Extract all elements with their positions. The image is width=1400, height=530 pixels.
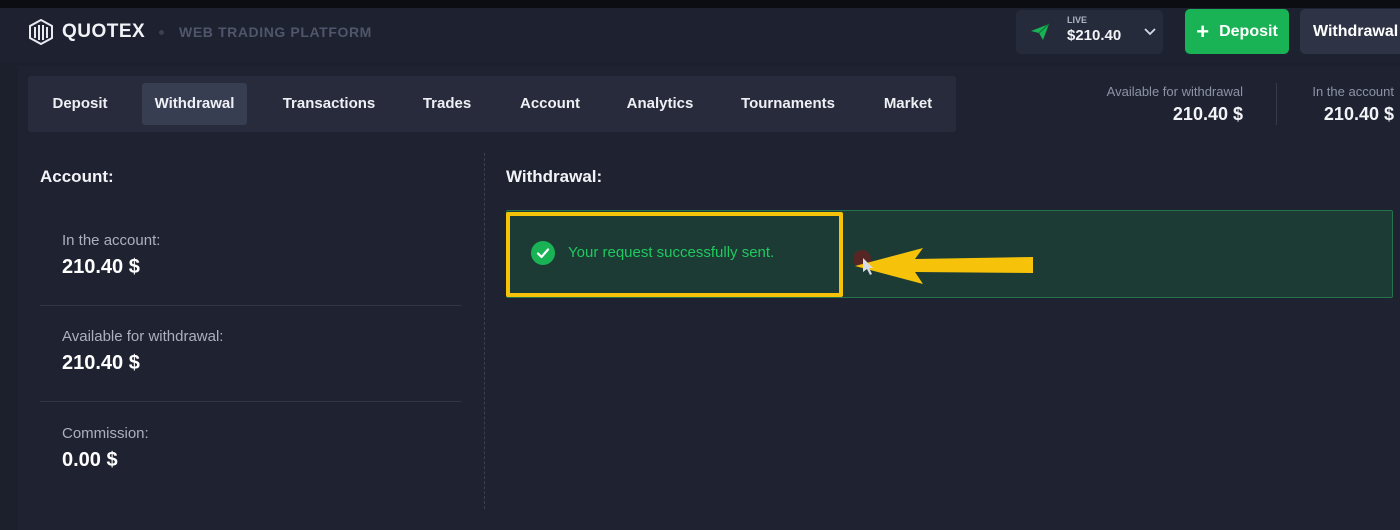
- tab-account[interactable]: Account: [510, 83, 590, 125]
- withdrawal-button[interactable]: Withdrawal: [1300, 9, 1400, 54]
- highlight-frame: [506, 212, 843, 297]
- live-balance: $210.40: [1067, 27, 1122, 44]
- account-switcher[interactable]: LIVE $210.40: [1016, 10, 1163, 54]
- plus-icon: +: [1196, 18, 1210, 44]
- page: QUOTEX WEB TRADING PLATFORM LIVE $210.40…: [0, 0, 1400, 530]
- chevron-down-icon: [1144, 28, 1156, 36]
- available-withdrawal-value: 210.40 $: [62, 352, 140, 374]
- tab-trades[interactable]: Trades: [412, 83, 482, 125]
- commission-value: 0.00 $: [62, 449, 118, 471]
- withdrawal-title: Withdrawal:: [506, 167, 603, 186]
- tab-analytics[interactable]: Analytics: [618, 83, 702, 125]
- live-label: LIVE: [1067, 15, 1088, 25]
- summary-account: In the account 210.40 $: [1290, 84, 1394, 125]
- tab-market[interactable]: Market: [873, 83, 943, 125]
- tab-withdrawal[interactable]: Withdrawal: [142, 83, 247, 125]
- platform-title: WEB TRADING PLATFORM: [179, 24, 372, 40]
- account-balance-label: In the account:: [62, 232, 161, 249]
- account-balance-value: 210.40 $: [62, 256, 140, 278]
- column-divider: [484, 153, 485, 509]
- summary-divider: [1276, 83, 1277, 125]
- deposit-button-label: Deposit: [1219, 22, 1278, 40]
- tab-bar: Deposit Withdrawal Transactions Trades A…: [28, 76, 956, 132]
- tab-deposit[interactable]: Deposit: [40, 83, 120, 125]
- summary-account-label: In the account: [1312, 84, 1394, 99]
- deposit-button[interactable]: + Deposit: [1185, 9, 1289, 54]
- summary-available-label: Available for withdrawal: [1106, 84, 1243, 99]
- main-panel: [18, 66, 1400, 530]
- summary-available: Available for withdrawal 210.40 $: [1080, 84, 1243, 125]
- divider: [40, 305, 461, 306]
- account-balance: In the account: 210.40 $: [62, 232, 160, 279]
- tab-transactions[interactable]: Transactions: [270, 83, 388, 125]
- separator-dot: [159, 30, 164, 35]
- summary-account-value: 210.40 $: [1323, 104, 1394, 124]
- summary-available-value: 210.40 $: [1172, 104, 1243, 124]
- commission-label: Commission:: [62, 425, 149, 442]
- top-header: QUOTEX WEB TRADING PLATFORM LIVE $210.40…: [0, 0, 1400, 62]
- account-title: Account:: [40, 167, 114, 186]
- divider: [40, 401, 461, 402]
- logo-text: QUOTEX: [62, 21, 146, 42]
- commission: Commission: 0.00 $: [62, 425, 149, 472]
- logo[interactable]: QUOTEX: [28, 19, 145, 45]
- paper-plane-icon: [1031, 23, 1050, 40]
- available-withdrawal-label: Available for withdrawal:: [62, 328, 224, 345]
- tab-tournaments[interactable]: Tournaments: [732, 83, 844, 125]
- top-strip: [0, 0, 1400, 8]
- quotex-logo-icon: [29, 19, 53, 45]
- arrow-left-icon: [855, 248, 1033, 284]
- available-withdrawal: Available for withdrawal: 210.40 $: [62, 328, 223, 375]
